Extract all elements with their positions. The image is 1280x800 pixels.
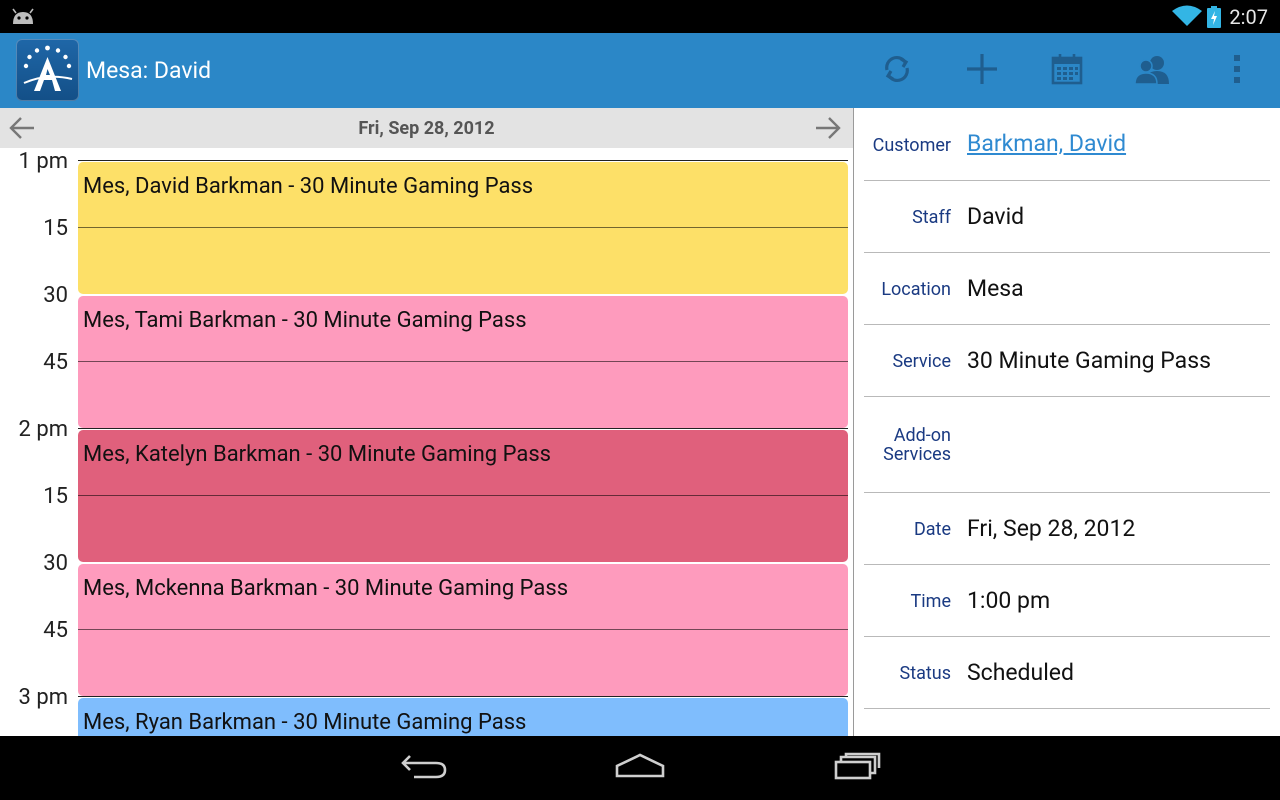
status-value: Scheduled	[967, 659, 1074, 686]
time-label: 1 pm	[18, 149, 68, 174]
customer-link[interactable]: Barkman, David	[967, 130, 1126, 157]
quarter-hour-line	[78, 495, 848, 496]
current-date-label: Fri, Sep 28, 2012	[358, 118, 495, 139]
time-label: 15	[43, 484, 68, 509]
hour-divider	[78, 160, 848, 161]
status-clock: 2:07	[1229, 5, 1268, 29]
appointment-block[interactable]: Mes, Ryan Barkman - 30 Minute Gaming Pas…	[78, 698, 848, 736]
system-navigation-bar	[0, 736, 1280, 800]
quarter-hour-line	[78, 227, 848, 228]
back-button[interactable]	[394, 750, 454, 786]
time-label: 15	[43, 216, 68, 241]
time-label: Time	[910, 591, 951, 612]
recent-apps-button[interactable]	[827, 750, 887, 786]
refresh-button[interactable]	[877, 51, 917, 91]
time-label: 3 pm	[18, 685, 68, 710]
date-value: Fri, Sep 28, 2012	[967, 515, 1136, 542]
recent-apps-icon	[833, 752, 881, 784]
home-button[interactable]	[610, 750, 670, 786]
people-button[interactable]	[1132, 51, 1172, 91]
time-label: 45	[43, 618, 68, 643]
staff-value: David	[967, 203, 1025, 230]
overflow-menu-icon	[1233, 53, 1241, 89]
date-navigation-bar: Fri, Sep 28, 2012	[0, 108, 853, 148]
addon-services-row: Add-on Services	[864, 397, 1270, 493]
customer-label: Customer	[872, 135, 951, 156]
time-label: 2 pm	[18, 417, 68, 442]
service-value: 30 Minute Gaming Pass	[967, 347, 1211, 374]
status-row: Status Scheduled	[864, 637, 1270, 709]
add-button[interactable]	[962, 51, 1002, 91]
appointment-title: Mes, David Barkman - 30 Minute Gaming Pa…	[83, 174, 534, 199]
location-label: Location	[881, 279, 951, 300]
appointment-title: Mes, Ryan Barkman - 30 Minute Gaming Pas…	[83, 710, 527, 735]
status-bar: 2:07	[0, 0, 1280, 33]
addon-label-line1: Add-on	[893, 425, 951, 446]
home-icon	[614, 752, 666, 784]
calendar-icon	[1051, 53, 1083, 89]
date-row: Date Fri, Sep 28, 2012	[864, 493, 1270, 565]
addon-services-label: Add-on Services	[883, 426, 951, 464]
time-label: 45	[43, 350, 68, 375]
next-day-arrow-icon[interactable]	[814, 116, 842, 144]
wifi-icon	[1172, 5, 1202, 31]
hour-divider	[78, 696, 848, 697]
people-icon	[1134, 54, 1170, 88]
addon-label-line2: Services	[883, 444, 951, 465]
android-debug-icon	[10, 7, 36, 29]
appointment-block[interactable]: Mes, Katelyn Barkman - 30 Minute Gaming …	[78, 430, 848, 562]
service-row: Service 30 Minute Gaming Pass	[864, 325, 1270, 397]
back-icon	[400, 752, 448, 784]
service-label: Service	[892, 351, 951, 372]
calendar-button[interactable]	[1047, 51, 1087, 91]
appointment-block[interactable]: Mes, Tami Barkman - 30 Minute Gaming Pas…	[78, 296, 848, 428]
refresh-icon	[880, 52, 914, 90]
appointment-details: Customer Barkman, David Staff David Loca…	[854, 108, 1280, 736]
app-logo-icon[interactable]	[16, 39, 79, 101]
quarter-hour-line	[78, 361, 848, 362]
overflow-menu-button[interactable]	[1217, 51, 1257, 91]
staff-row: Staff David	[864, 181, 1270, 253]
time-label: 30	[43, 283, 68, 308]
date-label: Date	[913, 519, 951, 540]
appointment-title: Mes, Mckenna Barkman - 30 Minute Gaming …	[83, 576, 569, 601]
time-label: 30	[43, 551, 68, 576]
appointment-title: Mes, Katelyn Barkman - 30 Minute Gaming …	[83, 442, 552, 467]
hour-divider	[78, 428, 848, 429]
time-row: Time 1:00 pm	[864, 565, 1270, 637]
location-value: Mesa	[967, 275, 1024, 302]
day-calendar: 1 pm 15 30 45 2 pm 15 30 45 3 pm Mes, Da…	[0, 148, 853, 736]
location-row: Location Mesa	[864, 253, 1270, 325]
app-title: Mesa: David	[86, 57, 212, 84]
status-label: Status	[899, 663, 951, 684]
staff-label: Staff	[912, 207, 951, 228]
time-value: 1:00 pm	[967, 587, 1051, 614]
add-icon	[965, 52, 999, 90]
appointment-title: Mes, Tami Barkman - 30 Minute Gaming Pas…	[83, 308, 527, 333]
quarter-hour-line	[78, 629, 848, 630]
action-bar: Mesa: David	[0, 33, 1280, 108]
appointment-block[interactable]: Mes, Mckenna Barkman - 30 Minute Gaming …	[78, 564, 848, 696]
customer-row: Customer Barkman, David	[864, 108, 1270, 181]
battery-icon	[1207, 6, 1221, 32]
appointment-block[interactable]: Mes, David Barkman - 30 Minute Gaming Pa…	[78, 162, 848, 294]
